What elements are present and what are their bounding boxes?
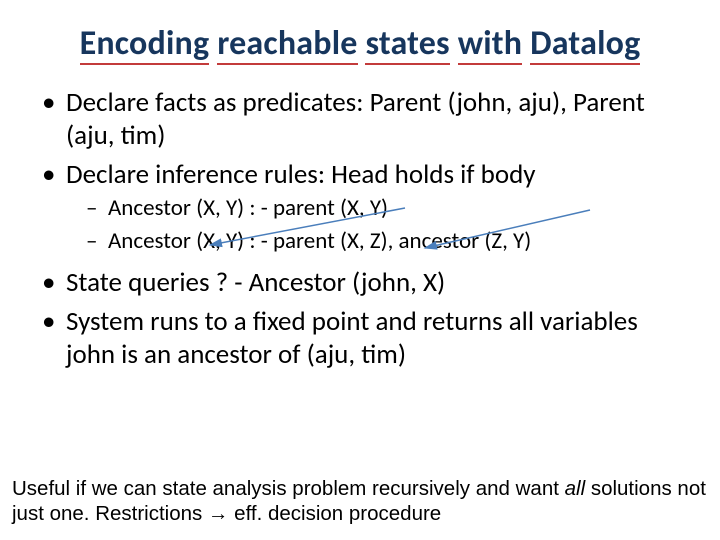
- slide: Encoding reachable states with Datalog D…: [0, 0, 720, 540]
- bullet-2: Declare inference rules: Head holds if b…: [36, 159, 684, 257]
- sub-bullet-1-text: Ancestor (X, Y) : - parent (X, Y): [108, 194, 388, 222]
- title-word-3: states: [365, 24, 449, 65]
- bullet-3: State queries ? - Ancestor (john, X): [36, 267, 684, 300]
- sub-bullet-list: Ancestor (X, Y) : - parent (X, Y) Ancest…: [66, 194, 684, 257]
- bullet-4: System runs to a fixed point and returns…: [36, 306, 684, 372]
- sub-bullet-2: Ancestor (X, Y) : - parent (X, Z), ances…: [84, 227, 684, 256]
- bullet-list: Declare facts as predicates: Parent (joh…: [30, 87, 690, 372]
- sub-bullet-1: Ancestor (X, Y) : - parent (X, Y): [84, 194, 684, 223]
- bullet-1: Declare facts as predicates: Parent (joh…: [36, 87, 684, 153]
- footnote-all: all: [565, 477, 586, 500]
- title-word-2: reachable: [217, 24, 357, 65]
- footnote-part1: Useful if we can state analysis problem …: [12, 477, 565, 500]
- footnote: Useful if we can state analysis problem …: [12, 476, 708, 526]
- title-word-4: with: [458, 24, 523, 65]
- bullet-3-text: State queries ? - Ancestor (john, X): [66, 266, 445, 299]
- footnote-part3: eff. decision procedure: [228, 502, 441, 525]
- title-word-5: Datalog: [530, 24, 640, 65]
- bullet-1-text: Declare facts as predicates: Parent (joh…: [66, 86, 645, 152]
- slide-title: Encoding reachable states with Datalog: [30, 24, 690, 65]
- footnote-arrow-icon: →: [208, 502, 229, 525]
- bullet-4-text: System runs to a fixed point and returns…: [66, 305, 638, 371]
- sub-bullet-2-text: Ancestor (X, Y) : - parent (X, Z), ances…: [108, 227, 531, 255]
- title-word-1: Encoding: [80, 24, 210, 65]
- bullet-2-text: Declare inference rules: Head holds if b…: [66, 158, 535, 191]
